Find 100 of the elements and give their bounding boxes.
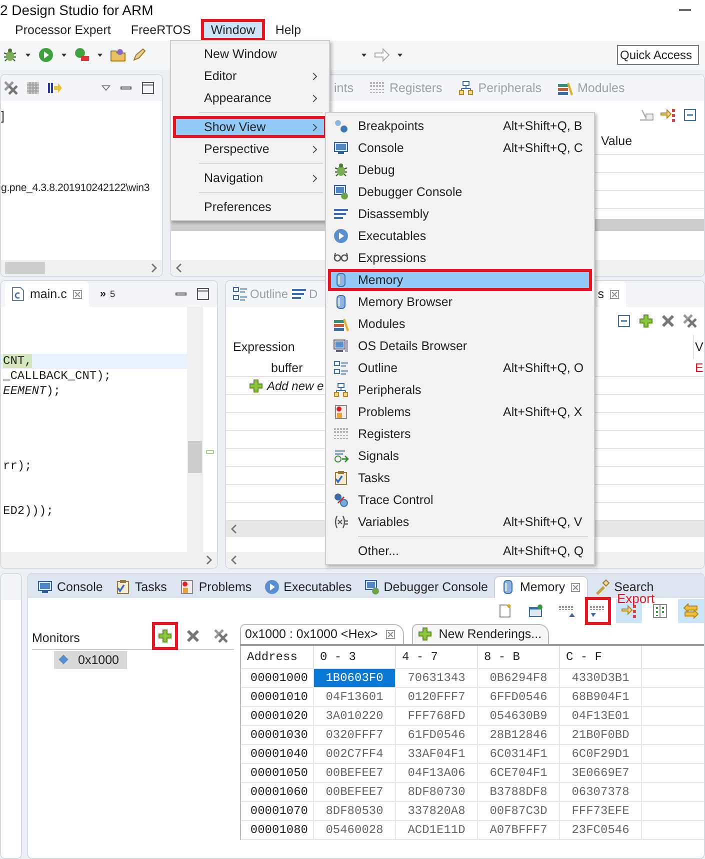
memory-cell[interactable]: 70631343 — [396, 668, 478, 687]
close-icon[interactable] — [608, 288, 621, 301]
menu-item[interactable]: Trace Control — [328, 489, 592, 511]
run-icon[interactable] — [38, 47, 54, 64]
close-icon[interactable] — [569, 580, 582, 594]
menu-item[interactable]: Other... Alt+Shift+Q, Q — [328, 540, 592, 562]
menu-item[interactable]: Debug — [328, 159, 592, 181]
memory-cell[interactable]: 3E0669E7 — [560, 764, 642, 782]
memory-cell[interactable]: 4330D3B1 — [560, 668, 642, 687]
menu-item[interactable]: Registers — [328, 423, 592, 445]
menu-item[interactable]: Peripherals — [328, 379, 592, 401]
memory-cell[interactable]: 6CE704F1 — [478, 764, 560, 782]
memory-cell[interactable]: ACD1E11D — [396, 820, 478, 839]
memory-cell[interactable]: FFF768FD — [396, 706, 478, 725]
scroll-right-icon[interactable] — [150, 263, 158, 274]
menu-title[interactable]: FreeRTOS — [120, 19, 201, 42]
scroll-thumb[interactable] — [188, 441, 202, 474]
folder-icon[interactable] — [110, 47, 126, 64]
menu-title[interactable]: Window — [200, 19, 266, 42]
memory-cell[interactable]: 6C0314F1 — [478, 744, 560, 763]
memory-cell[interactable]: 33AF04F1 — [396, 744, 478, 763]
menu-item[interactable]: Executables — [328, 225, 592, 247]
close-icon[interactable] — [384, 628, 397, 641]
memory-cell[interactable]: 8DF80730 — [396, 782, 478, 801]
memory-cell[interactable]: 61FD0546 — [396, 726, 478, 744]
view-tab[interactable]: Debugger Console — [358, 576, 494, 598]
rendering-tab[interactable]: 0x1000 : 0x1000 <Hex> — [240, 624, 404, 644]
maximize-icon[interactable] — [195, 286, 211, 302]
close-icon[interactable] — [70, 288, 84, 301]
bug-icon[interactable] — [2, 47, 18, 64]
menu-item[interactable]: Tasks — [328, 467, 592, 489]
memory-cell[interactable]: 00BEFEE7 — [314, 782, 396, 801]
memory-cell[interactable]: 04F13601 — [314, 688, 396, 706]
menu-item[interactable]: Memory Browser — [328, 291, 592, 313]
menu-item[interactable]: OS Details Browser — [328, 335, 592, 357]
monitor-item[interactable]: 0x1000 — [54, 650, 128, 669]
collapse-icon[interactable] — [616, 313, 632, 330]
view-tab[interactable]: s — [598, 281, 626, 308]
maximize-icon[interactable] — [140, 80, 156, 96]
quick-access-field[interactable]: Quick Access — [617, 45, 699, 66]
menu-item[interactable]: Appearance — [173, 87, 327, 109]
double-cross-icon[interactable] — [682, 313, 698, 330]
export-button[interactable] — [585, 596, 611, 625]
memory-cell[interactable]: 68B904F1 — [560, 688, 642, 706]
memory-cell[interactable]: 6FFD0546 — [478, 688, 560, 706]
menu-item[interactable]: Problems Alt+Shift+Q, X — [328, 401, 592, 423]
menu-item[interactable]: Preferences — [173, 196, 327, 218]
memory-cell[interactable]: A07BFFF7 — [478, 820, 560, 839]
memory-cell[interactable]: 8DF80530 — [314, 802, 396, 820]
menu-item[interactable]: Variables Alt+Shift+Q, V — [328, 511, 592, 533]
menu-item[interactable]: Console Alt+Shift+Q, C — [328, 137, 592, 159]
cross-icon[interactable] — [660, 313, 676, 330]
menu-item[interactable]: Editor — [173, 65, 327, 87]
scroll-left-icon[interactable] — [175, 263, 183, 274]
menu-item[interactable]: Debugger Console — [328, 181, 592, 203]
arrow-tree-icon[interactable] — [660, 106, 676, 123]
checker-grid-icon[interactable] — [25, 80, 41, 96]
memory-cell[interactable]: 00F87C3D — [478, 802, 560, 820]
memory-cell[interactable]: 6C0F29D1 — [560, 744, 642, 763]
menu-item[interactable]: Perspective — [173, 138, 327, 160]
view-tab[interactable]: Problems — [172, 576, 258, 598]
view-tab[interactable]: Executables — [258, 576, 358, 598]
memory-cell[interactable]: B3788DF8 — [478, 782, 560, 801]
forward-arrow-icon[interactable] — [374, 47, 390, 64]
editor-tab[interactable]: main.c — [5, 281, 89, 308]
menu-item[interactable]: Memory — [328, 269, 592, 291]
memory-cell[interactable]: 1B0603F0 — [314, 668, 396, 687]
run-tool-icon[interactable] — [74, 47, 90, 64]
memory-cell[interactable]: 0320FFF7 — [314, 726, 396, 744]
memory-cell[interactable]: 0120FFF7 — [396, 688, 478, 706]
menu-item[interactable]: Disassembly — [328, 203, 592, 225]
pen-icon[interactable] — [131, 47, 147, 64]
menu-item[interactable]: Outline Alt+Shift+Q, O — [328, 357, 592, 379]
memory-cell[interactable]: 337820A8 — [396, 802, 478, 820]
memory-cell[interactable]: 04F13A06 — [396, 764, 478, 782]
menu-item[interactable]: Signals — [328, 445, 592, 467]
memory-cell[interactable]: 28B12846 — [478, 726, 560, 744]
menu-item[interactable]: Expressions — [328, 247, 592, 269]
memory-cell[interactable]: 21B0F0BD — [560, 726, 642, 744]
view-tab[interactable]: Console — [31, 576, 109, 598]
memory-cell[interactable]: 3A010220 — [314, 706, 396, 725]
add-monitor-button[interactable] — [152, 622, 178, 650]
scroll-left-icon[interactable] — [230, 524, 238, 534]
collapse-icon[interactable] — [682, 106, 698, 123]
scroll-right-icon[interactable] — [205, 554, 213, 565]
menu-item[interactable]: New Window — [173, 43, 327, 65]
menu-title[interactable]: Processor Expert — [5, 19, 121, 42]
menu-item[interactable]: Navigation — [173, 167, 327, 189]
memory-cell[interactable]: 0B6294F8 — [478, 668, 560, 687]
menu-title[interactable]: Help — [265, 19, 312, 42]
scroll-thumb[interactable] — [5, 262, 45, 274]
menu-item[interactable]: Breakpoints Alt+Shift+Q, B — [328, 115, 592, 137]
memory-cell[interactable]: FFF73EFE — [560, 802, 642, 820]
add-expression-link[interactable]: Add new e — [226, 377, 324, 394]
rendering-tab[interactable]: New Renderings... — [412, 624, 549, 644]
memory-cell[interactable]: 002C7FF4 — [314, 744, 396, 763]
memory-cell[interactable]: 06307378 — [560, 782, 642, 801]
memory-cell[interactable]: 054630B9 — [478, 706, 560, 725]
memory-cell[interactable]: 00BEFEE7 — [314, 764, 396, 782]
plus-icon[interactable] — [638, 313, 654, 330]
